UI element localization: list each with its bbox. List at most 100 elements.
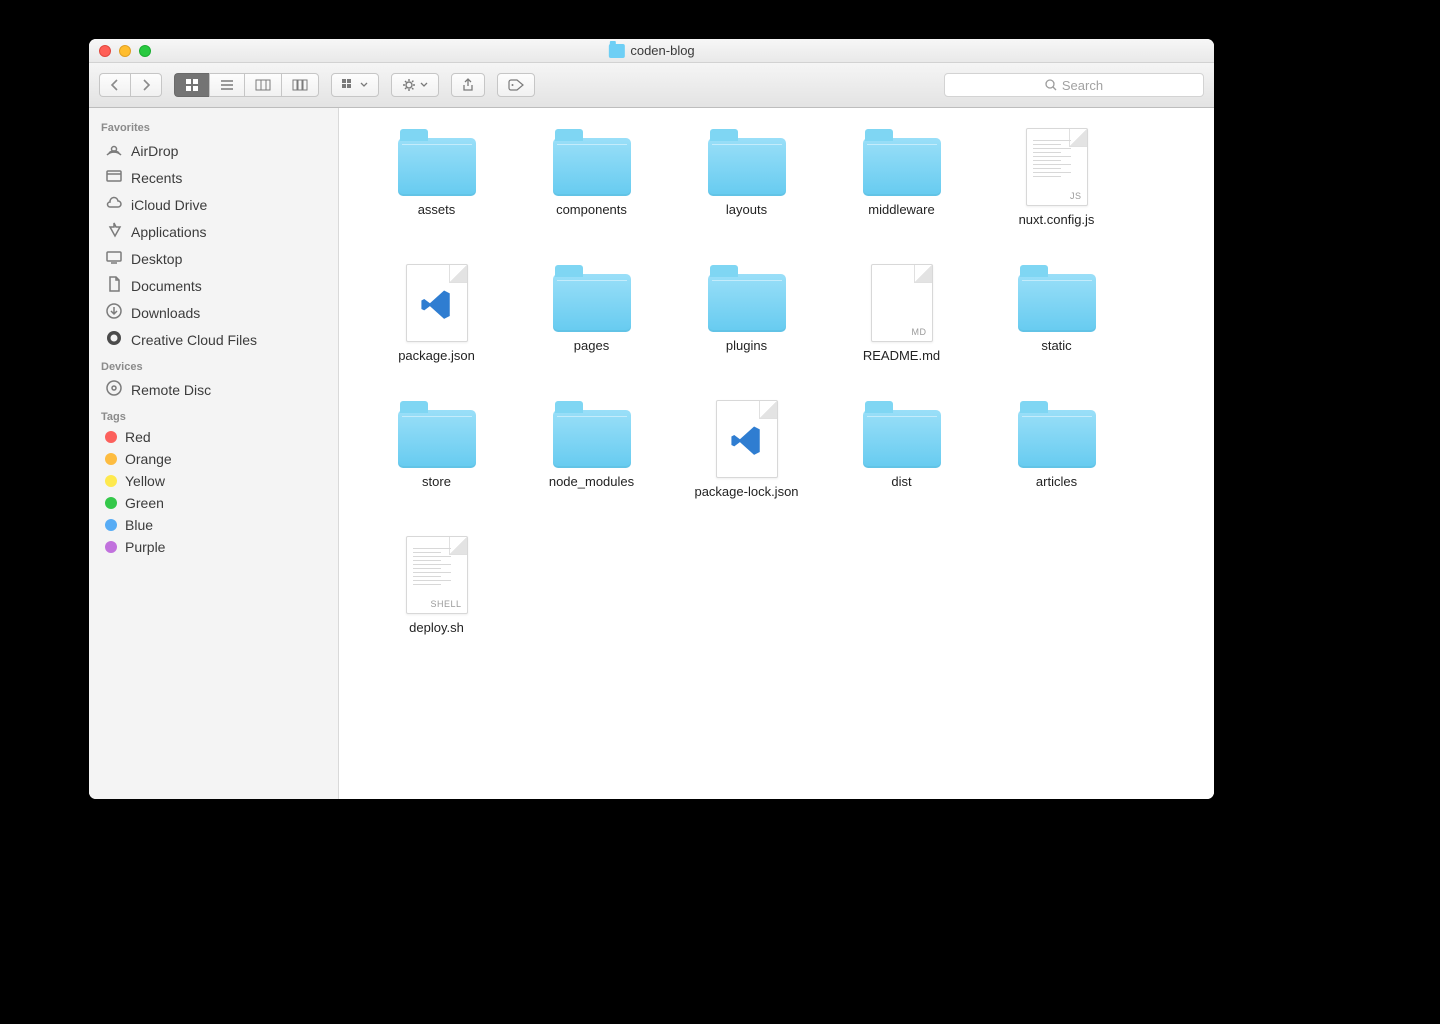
folder-icon (608, 44, 624, 58)
tags-button[interactable] (497, 73, 535, 97)
sidebar-item-red[interactable]: Red (89, 426, 338, 448)
minimize-button[interactable] (119, 45, 131, 57)
file-item[interactable]: static (979, 256, 1134, 386)
share-button[interactable] (451, 73, 485, 97)
file-item[interactable]: layouts (669, 120, 824, 250)
folder-icon (398, 410, 476, 468)
file-label: nuxt.config.js (1019, 212, 1095, 228)
finder-window: coden-blog (89, 39, 1214, 799)
file-item[interactable]: plugins (669, 256, 824, 386)
folder-icon (708, 138, 786, 196)
tag-dot-icon (105, 453, 117, 465)
search-field[interactable]: Search (944, 73, 1204, 97)
sidebar-group-title: Devices (89, 353, 338, 376)
file-label: pages (574, 338, 609, 354)
arrange-button[interactable] (331, 73, 379, 97)
folder-icon (1018, 274, 1096, 332)
sidebar-item-yellow[interactable]: Yellow (89, 470, 338, 492)
sidebar-item-orange[interactable]: Orange (89, 448, 338, 470)
file-item[interactable]: JSnuxt.config.js (979, 120, 1134, 250)
close-button[interactable] (99, 45, 111, 57)
file-item[interactable]: package-lock.json (669, 392, 824, 522)
forward-button[interactable] (130, 73, 162, 97)
file-item[interactable]: SHELL deploy.sh (359, 528, 514, 658)
document-icon: MD (871, 264, 933, 342)
vscode-icon (730, 424, 764, 458)
sidebar-item-desktop[interactable]: Desktop (89, 245, 338, 272)
file-label: package-lock.json (694, 484, 798, 500)
folder-icon (553, 138, 631, 196)
folder-icon (863, 138, 941, 196)
file-item[interactable]: assets (359, 120, 514, 250)
view-list-button[interactable] (209, 73, 244, 97)
downloads-icon (105, 302, 123, 323)
chevron-right-icon (141, 79, 151, 91)
file-item[interactable]: store (359, 392, 514, 522)
sidebar-item-creative-cloud-files[interactable]: Creative Cloud Files (89, 326, 338, 353)
tag-dot-icon (105, 475, 117, 487)
airdrop-icon (105, 140, 123, 161)
document-icon: SHELL (406, 536, 468, 614)
sidebar: Favorites AirDrop Recents iCloud Drive Appli… (89, 108, 339, 799)
tag-dot-icon (105, 497, 117, 509)
documents-icon (105, 275, 123, 296)
document-icon (716, 400, 778, 478)
sidebar-item-label: Documents (131, 278, 202, 294)
sidebar-item-purple[interactable]: Purple (89, 536, 338, 558)
search-placeholder: Search (1062, 78, 1103, 93)
folder-icon (553, 410, 631, 468)
file-label: components (556, 202, 627, 218)
file-item[interactable]: node_modules (514, 392, 669, 522)
search-icon (1045, 79, 1057, 91)
sidebar-item-label: Red (125, 429, 151, 445)
sidebar-item-blue[interactable]: Blue (89, 514, 338, 536)
icon-view-icon (185, 78, 199, 92)
document-icon (406, 264, 468, 342)
sidebar-item-label: Creative Cloud Files (131, 332, 257, 348)
file-label: dist (891, 474, 911, 490)
sidebar-item-remote-disc[interactable]: Remote Disc (89, 376, 338, 403)
file-item[interactable]: pages (514, 256, 669, 386)
view-columns-button[interactable] (244, 73, 281, 97)
sidebar-item-label: Desktop (131, 251, 182, 267)
file-label: articles (1036, 474, 1077, 490)
file-label: node_modules (549, 474, 634, 490)
file-label: deploy.sh (409, 620, 464, 636)
sidebar-item-label: Purple (125, 539, 165, 555)
file-label: static (1041, 338, 1071, 354)
sidebar-item-label: Orange (125, 451, 172, 467)
file-item[interactable]: package.json (359, 256, 514, 386)
sidebar-item-green[interactable]: Green (89, 492, 338, 514)
view-gallery-button[interactable] (281, 73, 319, 97)
sidebar-item-label: Applications (131, 224, 207, 240)
file-item[interactable]: components (514, 120, 669, 250)
disc-icon (105, 379, 123, 400)
file-item[interactable]: dist (824, 392, 979, 522)
sidebar-item-applications[interactable]: Applications (89, 218, 338, 245)
file-label: store (422, 474, 451, 490)
file-item[interactable]: middleware (824, 120, 979, 250)
column-view-icon (255, 79, 271, 91)
file-item[interactable]: articles (979, 392, 1134, 522)
folder-icon (1018, 410, 1096, 468)
sidebar-item-downloads[interactable]: Downloads (89, 299, 338, 326)
view-icons-button[interactable] (174, 73, 209, 97)
sidebar-item-label: Yellow (125, 473, 165, 489)
sidebar-item-icloud-drive[interactable]: iCloud Drive (89, 191, 338, 218)
tag-dot-icon (105, 431, 117, 443)
sidebar-item-label: iCloud Drive (131, 197, 207, 213)
file-label: package.json (398, 348, 475, 364)
zoom-button[interactable] (139, 45, 151, 57)
sidebar-item-airdrop[interactable]: AirDrop (89, 137, 338, 164)
vscode-icon (420, 288, 454, 322)
back-button[interactable] (99, 73, 130, 97)
sidebar-item-label: AirDrop (131, 143, 178, 159)
sidebar-item-documents[interactable]: Documents (89, 272, 338, 299)
file-item[interactable]: MDREADME.md (824, 256, 979, 386)
folder-icon (553, 274, 631, 332)
sidebar-group-title: Favorites (89, 114, 338, 137)
icloud-icon (105, 194, 123, 215)
action-button[interactable] (391, 73, 439, 97)
toolbar: Search (89, 63, 1214, 108)
sidebar-item-recents[interactable]: Recents (89, 164, 338, 191)
